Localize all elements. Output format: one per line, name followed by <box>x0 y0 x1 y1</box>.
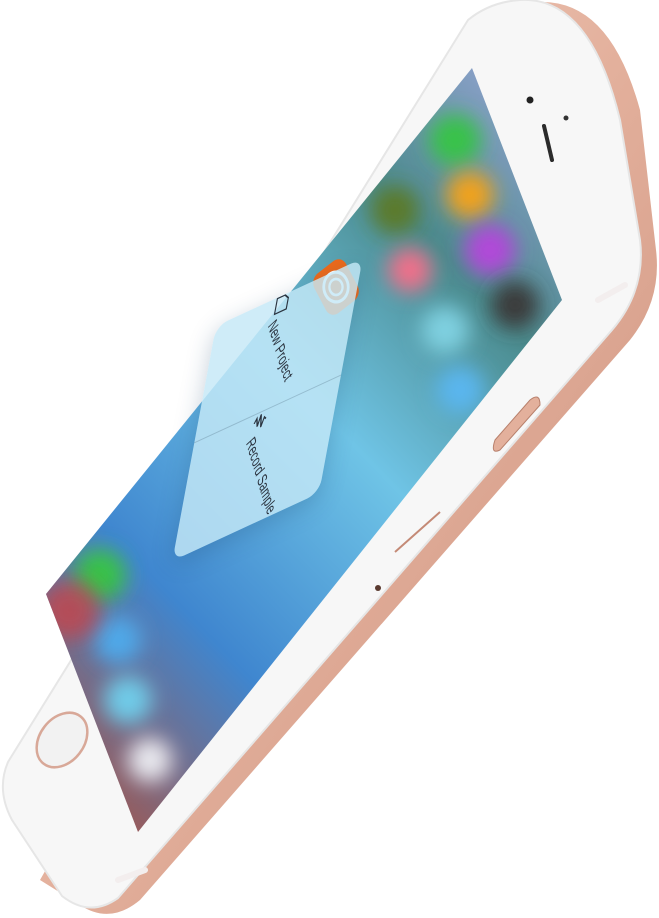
home-icon-blur <box>491 281 539 329</box>
sim-eject-hole <box>375 585 381 591</box>
phone-photo <box>0 0 659 918</box>
home-icon-blur <box>371 186 419 234</box>
home-icon-blur <box>446 171 494 219</box>
home-icon-blur <box>421 306 469 354</box>
quick-action-label: New Project <box>264 315 297 386</box>
home-icon-blur <box>128 738 172 782</box>
home-icon-blur <box>46 580 100 640</box>
proximity-sensor <box>563 115 569 121</box>
front-camera <box>526 96 534 104</box>
quick-action-label: Record Sample <box>243 432 280 519</box>
home-icon-blur <box>388 248 432 292</box>
home-icon-blur <box>436 366 484 414</box>
home-icon-blur <box>104 676 152 724</box>
home-icon-blur <box>94 616 142 664</box>
home-icon-blur <box>429 114 481 166</box>
home-icon-blur <box>464 224 516 276</box>
